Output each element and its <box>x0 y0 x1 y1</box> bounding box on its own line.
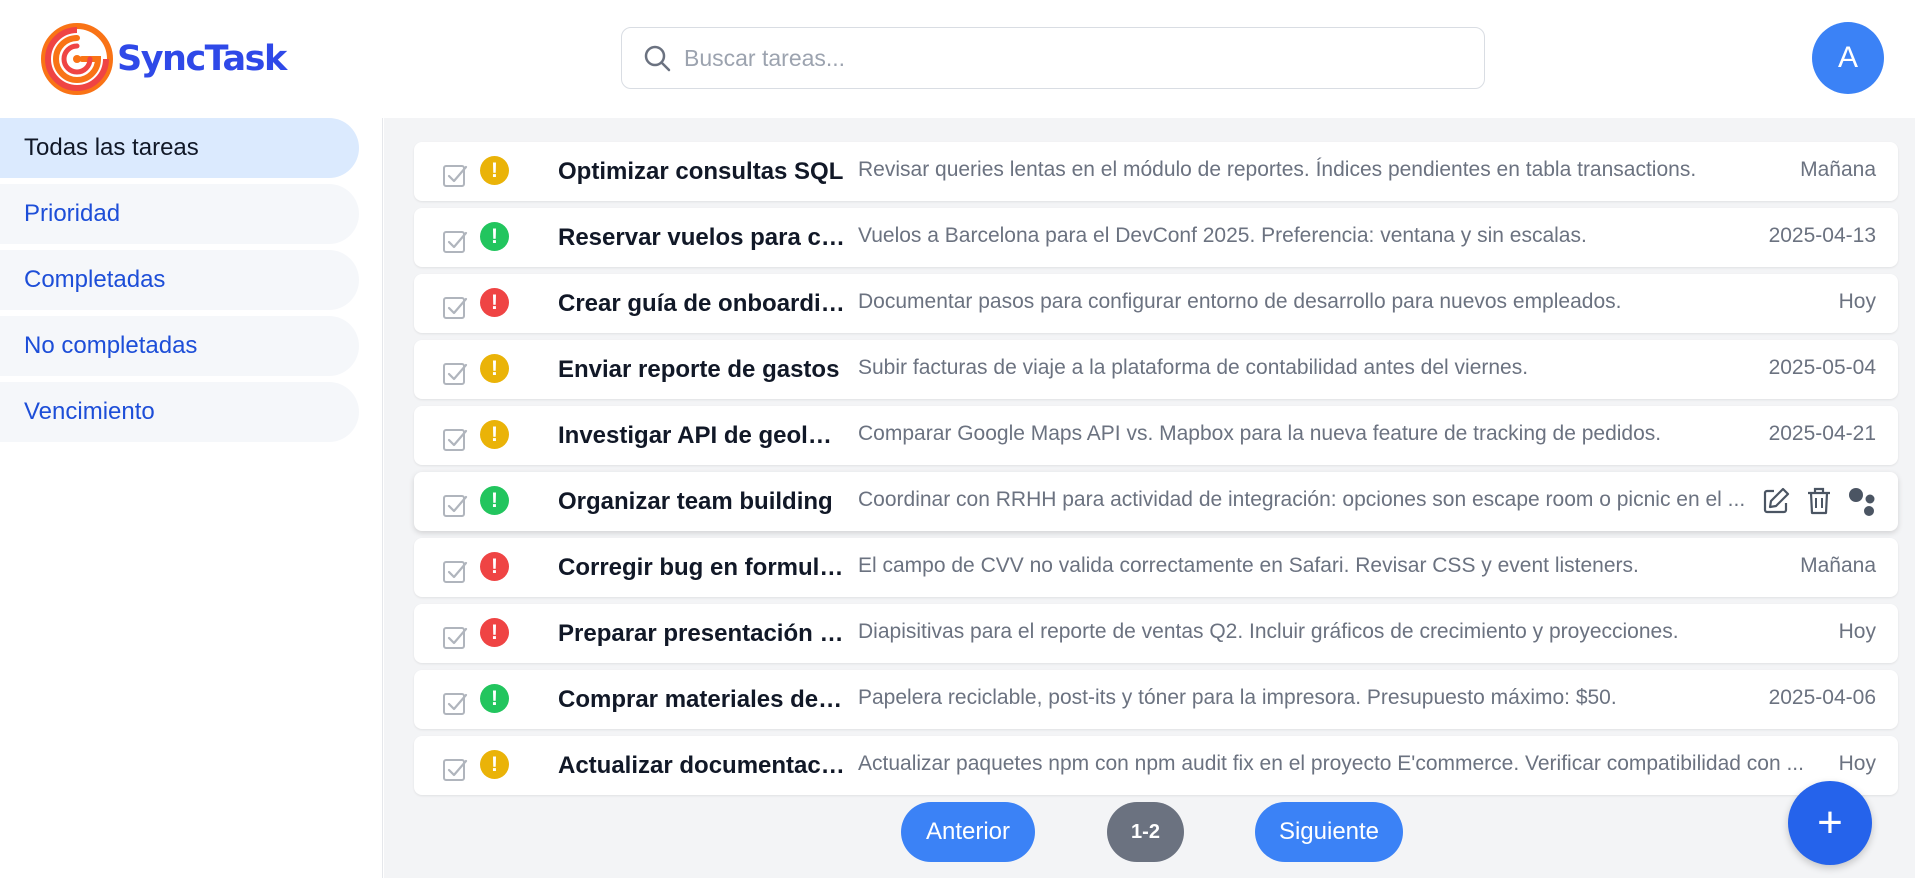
task-title[interactable]: Optimizar consultas SQL <box>558 142 846 201</box>
task-due-date: 2025-04-21 <box>1768 422 1876 445</box>
task-title[interactable]: Comprar materiales de o... <box>558 670 846 729</box>
task-title[interactable]: Reservar vuelos para co... <box>558 208 846 267</box>
task-row[interactable]: ! Organizar team building Coordinar con RR… <box>414 472 1898 531</box>
task-row[interactable]: ! Optimizar consultas SQL Revisar queries … <box>414 142 1898 201</box>
sidebar-item-due-date[interactable]: Vencimiento <box>0 382 359 442</box>
task-description: Diapisitivas para el reporte de ventas Q… <box>858 620 1679 643</box>
exclamation-icon: ! <box>491 158 498 182</box>
user-avatar[interactable]: A <box>1812 22 1884 94</box>
sidebar-item-priority[interactable]: Prioridad <box>0 184 359 244</box>
checkbox-icon[interactable] <box>442 228 468 254</box>
task-row[interactable]: ! Enviar reporte de gastos Subir facturas … <box>414 340 1898 399</box>
exclamation-icon: ! <box>491 686 498 710</box>
priority-badge: ! <box>480 618 509 647</box>
exclamation-icon: ! <box>491 752 498 776</box>
priority-badge: ! <box>480 750 509 779</box>
exclamation-icon: ! <box>491 488 498 512</box>
search-input[interactable] <box>684 44 1464 72</box>
priority-badge: ! <box>480 288 509 317</box>
checkbox-icon[interactable] <box>442 162 468 188</box>
edit-icon[interactable] <box>1760 485 1792 517</box>
task-description: Vuelos a Barcelona para el DevConf 2025.… <box>858 224 1587 247</box>
task-title[interactable]: Preparar presentación m... <box>558 604 846 663</box>
task-row[interactable]: ! Crear guía de onboarding Documentar paso… <box>414 274 1898 333</box>
task-title[interactable]: Crear guía de onboarding <box>558 274 846 333</box>
checkbox-icon[interactable] <box>442 492 468 518</box>
task-row[interactable]: ! Actualizar documentaci... Actualizar paq… <box>414 736 1898 795</box>
previous-page-button[interactable]: Anterior <box>901 802 1035 862</box>
task-row[interactable]: ! Comprar materiales de o... Papelera reci… <box>414 670 1898 729</box>
exclamation-icon: ! <box>491 620 498 644</box>
checkbox-icon[interactable] <box>442 360 468 386</box>
task-due-date: 2025-04-13 <box>1768 224 1876 247</box>
task-actions <box>1760 485 1880 517</box>
priority-badge: ! <box>480 684 509 713</box>
task-description: Coordinar con RRHH para actividad de int… <box>858 488 1746 511</box>
task-due-date: Hoy <box>1838 620 1876 643</box>
priority-badge: ! <box>480 222 509 251</box>
task-title[interactable]: Investigar API de geoloc... <box>558 406 846 465</box>
checkbox-icon[interactable] <box>442 756 468 782</box>
exclamation-icon: ! <box>491 224 498 248</box>
task-description: Subir facturas de viaje a la plataforma … <box>858 356 1529 379</box>
task-list-area: ! Optimizar consultas SQL Revisar queries … <box>384 118 1915 878</box>
priority-badge: ! <box>480 486 509 515</box>
task-due-date: 2025-04-06 <box>1768 686 1876 709</box>
task-due-date: Hoy <box>1838 290 1876 313</box>
checkbox-icon[interactable] <box>442 624 468 650</box>
task-title[interactable]: Enviar reporte de gastos <box>558 340 846 399</box>
checkbox-icon[interactable] <box>442 294 468 320</box>
task-due-date: 2025-05-04 <box>1768 356 1876 379</box>
sidebar-item-completed[interactable]: Completadas <box>0 250 359 310</box>
task-description: Comparar Google Maps API vs. Mapbox para… <box>858 422 1662 445</box>
exclamation-icon: ! <box>491 356 498 380</box>
add-task-button[interactable]: + <box>1788 781 1872 865</box>
exclamation-icon: ! <box>491 290 498 314</box>
task-due-date: Mañana <box>1800 554 1876 577</box>
search-icon <box>644 45 671 72</box>
plus-icon: + <box>1817 798 1843 847</box>
task-title[interactable]: Actualizar documentaci... <box>558 736 846 795</box>
priority-badge: ! <box>480 354 509 383</box>
task-row[interactable]: ! Investigar API de geoloc... Comparar Goo… <box>414 406 1898 465</box>
checkbox-icon[interactable] <box>442 690 468 716</box>
brand-name: SyncTask <box>117 39 287 79</box>
task-description: Revisar queries lentas en el módulo de r… <box>858 158 1697 181</box>
sidebar-item-all-tasks[interactable]: Todas las tareas <box>0 118 359 178</box>
task-row[interactable]: ! Corregir bug en formula... El campo de C… <box>414 538 1898 597</box>
exclamation-icon: ! <box>491 554 498 578</box>
exclamation-icon: ! <box>491 422 498 446</box>
checkbox-icon[interactable] <box>442 558 468 584</box>
users-icon[interactable] <box>1846 485 1880 517</box>
search-bar[interactable] <box>621 27 1485 89</box>
task-description: Actualizar paquetes npm con npm audit fi… <box>858 752 1804 775</box>
priority-badge: ! <box>480 552 509 581</box>
priority-badge: ! <box>480 156 509 185</box>
task-row[interactable]: ! Reservar vuelos para co... Vuelos a Barc… <box>414 208 1898 267</box>
priority-badge: ! <box>480 420 509 449</box>
sidebar-item-not-completed[interactable]: No completadas <box>0 316 359 376</box>
page-indicator: 1-2 <box>1107 802 1184 862</box>
logo-swirl-icon <box>41 23 113 95</box>
task-description: Documentar pasos para configurar entorno… <box>858 290 1622 313</box>
trash-icon[interactable] <box>1804 485 1834 517</box>
sidebar: Todas las tareas Prioridad Completadas N… <box>0 118 383 878</box>
checkbox-icon[interactable] <box>442 426 468 452</box>
task-due-date: Mañana <box>1800 158 1876 181</box>
task-title[interactable]: Corregir bug en formula... <box>558 538 846 597</box>
task-title[interactable]: Organizar team building <box>558 472 846 531</box>
app-header: SyncTask A <box>0 0 1915 118</box>
next-page-button[interactable]: Siguiente <box>1255 802 1403 862</box>
task-description: Papelera reciclable, post-its y tóner pa… <box>858 686 1617 709</box>
app-logo[interactable]: SyncTask <box>40 22 287 96</box>
task-description: El campo de CVV no valida correctamente … <box>858 554 1639 577</box>
task-row[interactable]: ! Preparar presentación m... Diapisitivas … <box>414 604 1898 663</box>
